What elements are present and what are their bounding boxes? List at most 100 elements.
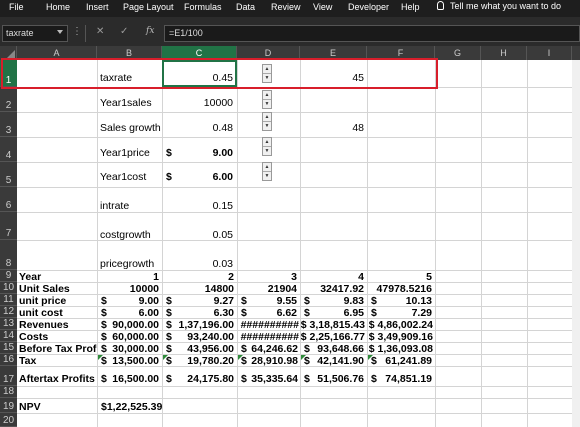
cell-e17[interactable]: 51,506.76 bbox=[300, 373, 364, 385]
cancel-icon[interactable]: ✕ bbox=[96, 26, 104, 37]
cell-e14[interactable]: $ 2,25,166.77 bbox=[300, 331, 365, 343]
column-header-h[interactable]: H bbox=[481, 46, 527, 60]
cell-e13[interactable]: $ 3,18,815.43 bbox=[300, 319, 365, 331]
cell-a9[interactable]: Year bbox=[19, 271, 41, 283]
formula-input[interactable]: =E1/100 bbox=[164, 25, 580, 42]
cell-e3[interactable]: 48 bbox=[300, 122, 364, 134]
menu-data[interactable]: Data bbox=[236, 2, 255, 12]
spin-down-icon[interactable]: ▼ bbox=[263, 100, 271, 109]
cell-d14[interactable]: ########## bbox=[237, 331, 299, 343]
cell-f14[interactable]: $ 3,49,909.16 bbox=[367, 331, 433, 343]
menu-page-layout[interactable]: Page Layout bbox=[123, 2, 174, 12]
cell-b15[interactable]: 30,000.00 bbox=[97, 343, 159, 355]
cell-c2[interactable]: 10000 bbox=[165, 97, 233, 109]
row-header-18[interactable]: 18 bbox=[0, 386, 17, 398]
cell-f10[interactable]: 47978.5216 bbox=[367, 283, 432, 295]
cell-c4[interactable]: 9.00 bbox=[165, 147, 233, 159]
cell-f11[interactable]: 10.13 bbox=[367, 295, 432, 307]
row-header-9[interactable]: 9 bbox=[0, 270, 17, 282]
cell-a13[interactable]: Revenues bbox=[19, 319, 69, 331]
cell-b14[interactable]: 60,000.00 bbox=[97, 331, 159, 343]
cell-b8[interactable]: pricegrowth bbox=[100, 258, 154, 270]
cell-c16[interactable]: 19,780.20 bbox=[162, 355, 234, 367]
cell-e15[interactable]: 93,648.66 bbox=[300, 343, 364, 355]
spin-down-icon[interactable]: ▼ bbox=[263, 147, 271, 156]
cell-b13[interactable]: 90,000.00 bbox=[97, 319, 159, 331]
cell-b3[interactable]: Sales growth bbox=[100, 122, 161, 134]
cell-b16[interactable]: 13,500.00 bbox=[97, 355, 159, 367]
menu-home[interactable]: Home bbox=[46, 2, 70, 12]
insert-function-icon[interactable]: fx bbox=[146, 26, 154, 36]
spin-up-icon[interactable]: ▲ bbox=[263, 163, 271, 172]
cell-c13[interactable]: 1,37,196.00 bbox=[162, 319, 234, 331]
cell-a10[interactable]: Unit Sales bbox=[19, 283, 70, 295]
cell-e10[interactable]: 32417.92 bbox=[300, 283, 364, 295]
cell-e12[interactable]: 6.95 bbox=[300, 307, 364, 319]
cell-b2[interactable]: Year1sales bbox=[100, 97, 152, 109]
cell-c10[interactable]: 14800 bbox=[162, 283, 234, 295]
cell-b9[interactable]: 1 bbox=[97, 271, 159, 283]
cell-b12[interactable]: 6.00 bbox=[97, 307, 159, 319]
spin-down-icon[interactable]: ▼ bbox=[263, 172, 271, 181]
cell-f9[interactable]: 5 bbox=[367, 271, 432, 283]
more-options-icon[interactable]: ⋮ bbox=[72, 26, 82, 37]
row-header-10[interactable]: 10 bbox=[0, 282, 17, 294]
row-header-3[interactable]: 3 bbox=[0, 112, 17, 137]
cell-f17[interactable]: 74,851.19 bbox=[367, 373, 432, 385]
cell-d16[interactable]: 28,910.98 bbox=[237, 355, 298, 367]
menu-help[interactable]: Help bbox=[401, 2, 420, 12]
row-header-16[interactable]: 16 bbox=[0, 354, 17, 366]
cell-a12[interactable]: unit cost bbox=[19, 307, 63, 319]
cell-d12[interactable]: 6.62 bbox=[237, 307, 297, 319]
cell-e16[interactable]: 42,141.90 bbox=[300, 355, 364, 367]
enter-icon[interactable]: ✓ bbox=[120, 26, 128, 37]
menu-formulas[interactable]: Formulas bbox=[184, 2, 222, 12]
cell-b17[interactable]: 16,500.00 bbox=[97, 373, 159, 385]
cell-e11[interactable]: 9.83 bbox=[300, 295, 364, 307]
cell-c12[interactable]: 6.30 bbox=[162, 307, 234, 319]
row-header-17[interactable]: 17 bbox=[0, 366, 17, 386]
cell-f16[interactable]: 61,241.89 bbox=[367, 355, 432, 367]
menu-developer[interactable]: Developer bbox=[348, 2, 389, 12]
menu-insert[interactable]: Insert bbox=[86, 2, 109, 12]
row-header-2[interactable]: 2 bbox=[0, 87, 17, 112]
spin-up-icon[interactable]: ▲ bbox=[263, 113, 271, 122]
row-header-13[interactable]: 13 bbox=[0, 318, 17, 330]
row-header-8[interactable]: 8 bbox=[0, 240, 17, 270]
cell-d10[interactable]: 21904 bbox=[237, 283, 297, 295]
cell-a16[interactable]: Tax bbox=[19, 355, 36, 367]
spin-button[interactable]: ▲ ▼ bbox=[262, 162, 272, 181]
row-header-11[interactable]: 11 bbox=[0, 294, 17, 306]
column-header-g[interactable]: G bbox=[435, 46, 481, 60]
cell-d17[interactable]: 35,335.64 bbox=[237, 373, 298, 385]
cell-c3[interactable]: 0.48 bbox=[165, 122, 233, 134]
tell-me-search[interactable]: Tell me what you want to do bbox=[437, 1, 561, 11]
cell-f15[interactable]: $ 1,36,093.08 bbox=[367, 343, 433, 355]
cell-b7[interactable]: costgrowth bbox=[100, 229, 151, 241]
cell-b4[interactable]: Year1price bbox=[100, 147, 150, 159]
cell-c6[interactable]: 0.15 bbox=[165, 200, 233, 212]
row-header-19[interactable]: 19 bbox=[0, 398, 17, 413]
cell-b6[interactable]: intrate bbox=[100, 200, 129, 212]
cell-a15[interactable]: Before Tax Profit bbox=[19, 343, 97, 355]
cell-c11[interactable]: 9.27 bbox=[162, 295, 234, 307]
cell-a11[interactable]: unit price bbox=[19, 295, 66, 307]
cell-b10[interactable]: 10000 bbox=[97, 283, 159, 295]
cell-b5[interactable]: Year1cost bbox=[100, 171, 146, 183]
spin-button[interactable]: ▲ ▼ bbox=[262, 137, 272, 156]
cell-d15[interactable]: 64,246.62 bbox=[237, 343, 298, 355]
row-header-4[interactable]: 4 bbox=[0, 137, 17, 162]
cell-c14[interactable]: 93,240.00 bbox=[162, 331, 234, 343]
row-header-12[interactable]: 12 bbox=[0, 306, 17, 318]
cell-d11[interactable]: 9.55 bbox=[237, 295, 297, 307]
row-header-15[interactable]: 15 bbox=[0, 342, 17, 354]
cell-c15[interactable]: 43,956.00 bbox=[162, 343, 234, 355]
cell-b19[interactable]: $1,22,525.39 bbox=[101, 401, 162, 413]
cell-c9[interactable]: 2 bbox=[162, 271, 234, 283]
cell-f13[interactable]: $ 4,86,002.24 bbox=[367, 319, 433, 331]
cell-d9[interactable]: 3 bbox=[237, 271, 297, 283]
row-header-6[interactable]: 6 bbox=[0, 187, 17, 212]
spin-button[interactable]: ▲ ▼ bbox=[262, 90, 272, 109]
cell-c7[interactable]: 0.05 bbox=[165, 229, 233, 241]
row-header-20[interactable]: 20 bbox=[0, 413, 17, 427]
